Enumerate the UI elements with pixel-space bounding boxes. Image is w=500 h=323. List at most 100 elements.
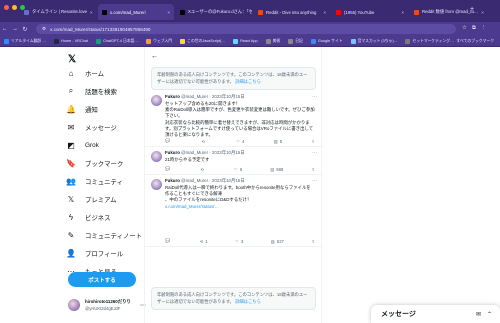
bookmark-item[interactable]: Google サイト	[310, 38, 343, 44]
views-count: 688	[276, 166, 284, 172]
close-icon[interactable]: ×	[167, 10, 170, 15]
sidebar-item-bookmarks[interactable]: 🔖 ブックマーク	[66, 157, 123, 169]
more-icon[interactable]: ⋯	[312, 178, 317, 184]
repost-icon: ⟲	[201, 138, 206, 144]
x-logo-icon[interactable]: 𝕏	[68, 54, 76, 65]
star-icon[interactable]: ☆	[462, 25, 467, 32]
sidebar-item-home[interactable]: ⌂ ホーム	[66, 67, 104, 79]
bookmark-item[interactable]: ChatGPT-4 日本語…	[95, 38, 138, 44]
address-bar[interactable]: ⚙ x.com/mad_Murer/status/171338190485785…	[36, 24, 456, 34]
tweet-handle: @mad_Murer · 2023年10月15日	[181, 94, 245, 99]
close-icon[interactable]: ×	[481, 10, 484, 15]
site-info-icon[interactable]: ⚙	[42, 26, 46, 32]
reload-icon[interactable]: ↻	[20, 26, 30, 33]
browser-tab[interactable]: Reddit 数値 from @mad_tu… ×	[410, 4, 486, 20]
learn-more-link[interactable]: 詳細はこちら	[235, 299, 261, 304]
reply-button[interactable]: 💬	[165, 138, 172, 144]
tweet[interactable]: Fukuro @mad_Murer · 2023年10月15日 ⋯ RaiDoll代…	[145, 175, 323, 247]
sidebar-item-premium[interactable]: 𝕏 プレミアム	[66, 193, 117, 205]
bookmark-item[interactable]: React App	[233, 38, 258, 44]
tweet-author[interactable]: Fukuro	[165, 178, 180, 183]
sidebar-item-messages[interactable]: ✉ メッセージ	[66, 121, 117, 133]
reply-button[interactable]: 💬	[165, 166, 172, 172]
tweet-author[interactable]: Fukuro	[165, 94, 180, 99]
tweet-link[interactable]: x.com/mad_Murer/status/…	[165, 204, 315, 210]
bookmark-item[interactable]: ウェブ入門	[146, 38, 172, 44]
new-tab-button[interactable]: +	[470, 6, 474, 13]
repost-button[interactable]: ⟲	[200, 166, 206, 172]
like-count: 6	[239, 166, 243, 172]
bookmark-item[interactable]: リアルタイム翻訳 …	[4, 38, 46, 44]
bookmark-favicon-icon	[233, 38, 239, 44]
more-icon[interactable]: ⋯	[312, 94, 317, 100]
close-icon[interactable]: ×	[90, 10, 93, 15]
tweet-author[interactable]: Fukuro	[165, 150, 180, 155]
bookmark-item[interactable]: Home - VRChat	[54, 38, 88, 44]
menu-icon[interactable]: ⋮	[481, 25, 487, 32]
extensions-icon[interactable]: ⧉	[472, 25, 476, 32]
repost-button[interactable]: ⟲	[202, 138, 208, 144]
tab-favicon-icon	[180, 9, 185, 15]
views-icon: ▥	[270, 238, 275, 244]
bookmark-item[interactable]: 日記	[288, 38, 303, 44]
bookmark-item[interactable]: 音マスカット (3ちゃ)…	[350, 38, 397, 44]
tab-label: (1955) YouTube	[344, 9, 375, 15]
bookmark-item[interactable]: この世のJavaScript(…	[180, 38, 225, 44]
reply-button[interactable]: 💬	[165, 238, 172, 244]
tweet[interactable]: Fukuro @mad_Murer · 2023年10月15日 ⋯ 21時からやる予…	[145, 147, 323, 175]
avatar[interactable]	[151, 95, 162, 106]
tweet[interactable]: Fukuro @mad_Murer · 2023年10月15日 ⋯ セットアップ含め…	[145, 91, 323, 147]
new-message-icon[interactable]: ✉	[476, 311, 481, 318]
close-window-button[interactable]	[4, 5, 9, 10]
bookmark-item[interactable]: セットマーケティング…	[405, 38, 454, 44]
browser-tab[interactable]: タイムライン | Resonite.love ×	[20, 4, 96, 20]
sidebar-item-grok[interactable]: ◩ Grok	[66, 139, 99, 151]
messages-drawer[interactable]: メッセージ ✉ ⌃	[371, 305, 500, 323]
browser-tab[interactable]: Reddit - Dive into anything ×	[254, 4, 330, 20]
tweet-line: 対応衣装なら比較的簡単に着せ替えできますが、非対応は時間がかかります。別プラット…	[165, 119, 314, 138]
bookmark-item[interactable]: 美術	[265, 38, 281, 44]
learn-more-link[interactable]: 詳細はこちら	[235, 79, 261, 84]
tweet-text: RaiDoll代導入は一瞬で終わります。booth中からresonite用ならフ…	[165, 185, 315, 210]
sidebar-item-notifications[interactable]: 🔔 通知	[66, 103, 98, 115]
close-icon[interactable]: ×	[401, 10, 404, 15]
close-icon[interactable]: ×	[323, 10, 326, 15]
share-icon[interactable]: ⇪	[311, 138, 315, 144]
expand-icon[interactable]: ⌃	[487, 311, 492, 318]
avatar[interactable]	[151, 151, 162, 162]
sidebar-item-community-notes[interactable]: ✎ コミュニティノート	[66, 229, 143, 241]
browser-tab[interactable]: Xユーザーの@Fukuro.dさん：「セ…×	[176, 4, 252, 20]
views-button[interactable]: ▥ 5	[274, 138, 282, 144]
bookmark-label: 美術	[272, 38, 281, 43]
sidebar-item-profile[interactable]: 👤 プロフィール	[66, 247, 123, 259]
like-count: 4	[242, 138, 245, 144]
share-icon[interactable]: ⇪	[311, 238, 315, 244]
avatar[interactable]	[151, 179, 162, 190]
sidebar-item-business[interactable]: ϟ ビジネス	[66, 211, 111, 223]
reply-icon: 💬	[165, 238, 171, 243]
minimize-window-button[interactable]	[12, 5, 17, 10]
browser-tab[interactable]: x.com/mad_Mureri ×	[98, 4, 174, 20]
views-button[interactable]: ▥ 527	[271, 238, 284, 244]
back-arrow-icon[interactable]: ←	[0, 26, 10, 32]
like-button[interactable]: ♡ 4	[236, 138, 244, 144]
share-icon[interactable]: ⇪	[311, 166, 315, 172]
views-button[interactable]: ▥ 688	[270, 166, 283, 172]
back-arrow-icon[interactable]: ←	[151, 53, 158, 60]
repost-button[interactable]: ⟲ 1	[200, 238, 208, 244]
sidebar-item-communities[interactable]: 👥 コミュニティ	[66, 175, 123, 187]
tab-label: タイムライン | Resonite.love	[32, 9, 88, 14]
forward-arrow-icon[interactable]: →	[10, 26, 20, 32]
sidebar-item-label: ブックマーク	[85, 160, 124, 168]
like-button[interactable]: ♡ 6	[234, 166, 242, 172]
post-button[interactable]: ポストする	[68, 272, 136, 287]
account-switcher[interactable]: hirohiroto11260だりり @yHUKt2d4gEJdF ⋯	[68, 299, 146, 311]
more-icon[interactable]: ⋯	[312, 150, 317, 156]
sidebar-item-explore[interactable]: ⌕ 話題を検索	[66, 85, 117, 97]
browser-tab[interactable]: (1955) YouTube ×	[332, 4, 408, 20]
tweet-actions: 💬 ⟲ ♡ 6 ▥ 688 ⇪	[165, 166, 315, 172]
grok-icon: ◩	[67, 140, 75, 150]
like-button[interactable]: ♡ 3	[235, 238, 243, 244]
tweet-line: RaiDoll代導入は一瞬で終わります。booth中からresonite用ならフ…	[165, 185, 311, 197]
all-bookmarks-button[interactable]: すべてのブックマーク	[456, 39, 494, 44]
